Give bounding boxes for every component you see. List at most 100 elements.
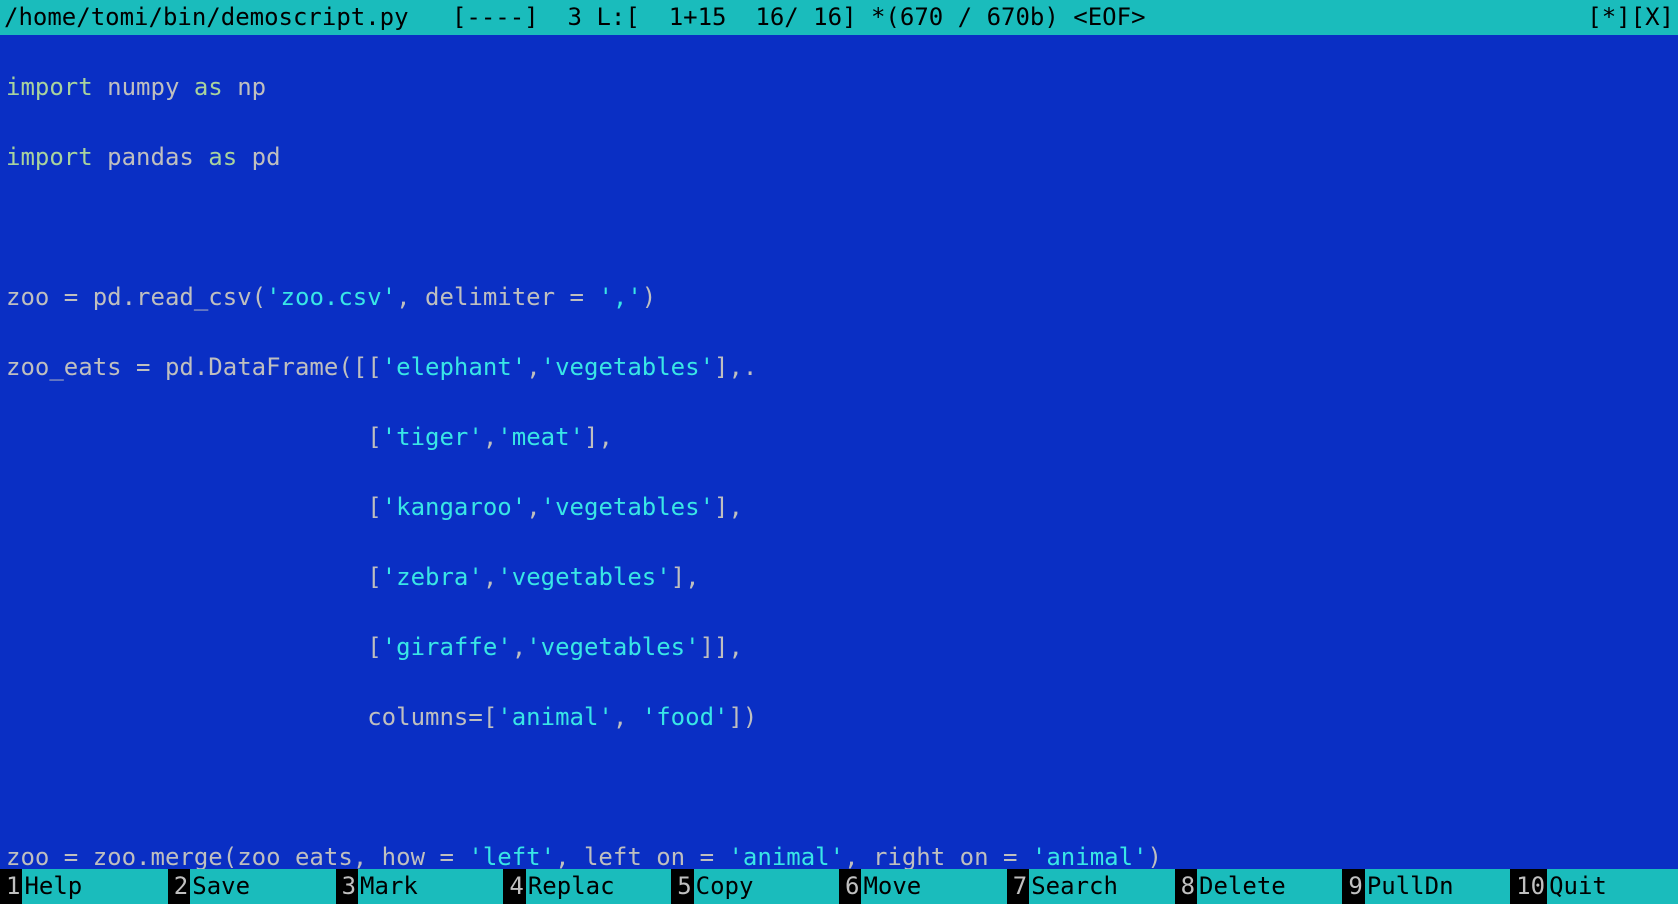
string-literal: 'left' [468,843,555,869]
code-text: , [512,633,526,661]
code-text: np [223,73,266,101]
fkey-mark[interactable]: 3Mark [336,869,504,904]
string-literal: 'food' [642,703,729,731]
code-text: [ [6,633,382,661]
fkey-label: Save [190,869,335,904]
code-text: ], [671,563,700,591]
code-text: pandas [93,143,209,171]
title-bar: /home/tomi/bin/demoscript.py [----] 3 L:… [0,0,1678,35]
title-bar-right[interactable]: [*][X] [1587,0,1674,35]
title-position: 3 L:[ 1+15 16/ 16] *(670 / 670b) <EOF> [568,3,1146,31]
string-literal: 'kangaroo' [382,493,527,521]
code-line: import pandas as pd [6,140,1672,175]
code-text: ]) [728,703,757,731]
fkey-label: Copy [694,869,839,904]
string-literal: 'animal' [497,703,613,731]
fkey-move[interactable]: 6Move [839,869,1007,904]
fkey-copy[interactable]: 5Copy [671,869,839,904]
string-literal: 'tiger' [382,423,483,451]
fkey-number: 7 [1007,869,1029,904]
code-text: zoo = zoo.merge(zoo_eats, how = [6,843,468,869]
code-text: , right_on = [844,843,1032,869]
fkey-number: 1 [0,869,22,904]
fkey-search[interactable]: 7Search [1007,869,1175,904]
fkey-label: Quit [1547,869,1678,904]
fkey-save[interactable]: 2Save [168,869,336,904]
fkey-quit[interactable]: 10Quit [1510,869,1678,904]
string-literal: 'vegetables' [541,353,714,381]
code-text: , [526,493,540,521]
fkey-number: 4 [503,869,525,904]
fkey-label: Move [861,869,1006,904]
code-line: ['kangaroo','vegetables'], [6,490,1672,525]
keyword-import: import [6,143,93,171]
code-line: columns=['animal', 'food']) [6,700,1672,735]
string-literal: 'animal' [728,843,844,869]
code-line: import numpy as np [6,70,1672,105]
code-text: ],. [714,353,757,381]
code-text: [ [6,423,382,451]
code-text: [ [6,493,382,521]
fkey-number: 5 [671,869,693,904]
fkey-number: 2 [168,869,190,904]
code-line: zoo = zoo.merge(zoo_eats, how = 'left', … [6,840,1672,869]
fkey-label: Mark [358,869,503,904]
string-literal: 'zebra' [382,563,483,591]
keyword-as: as [194,73,223,101]
code-text: , [483,563,497,591]
code-text: pd [237,143,280,171]
string-literal: 'zoo.csv' [266,283,396,311]
code-line: ['tiger','meat'], [6,420,1672,455]
fkey-label: PullDn [1365,869,1510,904]
code-text: ) [1148,843,1162,869]
function-key-bar: 1Help 2Save 3Mark 4Replac 5Copy 6Move 7S… [0,869,1678,904]
fkey-number: 3 [336,869,358,904]
fkey-replace[interactable]: 4Replac [503,869,671,904]
code-text: , [613,703,642,731]
code-text: columns=[ [6,703,497,731]
fkey-pulldn[interactable]: 9PullDn [1342,869,1510,904]
title-flags: [----] [452,3,539,31]
fkey-label: Help [22,869,167,904]
code-text: ], [714,493,743,521]
code-text: , [483,423,497,451]
string-literal: 'meat' [497,423,584,451]
fkey-number: 10 [1510,869,1547,904]
string-literal: 'vegetables' [526,633,699,661]
code-text: [ [6,563,382,591]
string-literal: 'animal' [1032,843,1148,869]
keyword-as: as [208,143,237,171]
fkey-help[interactable]: 1Help [0,869,168,904]
string-literal: 'vegetables' [497,563,670,591]
string-literal: 'vegetables' [541,493,714,521]
code-line: zoo_eats = pd.DataFrame([['elephant','ve… [6,350,1672,385]
title-bar-left: /home/tomi/bin/demoscript.py [----] 3 L:… [4,0,1146,35]
fkey-label: Delete [1197,869,1342,904]
fkey-number: 6 [839,869,861,904]
editor-screen: /home/tomi/bin/demoscript.py [----] 3 L:… [0,0,1678,904]
fkey-number: 9 [1342,869,1364,904]
code-line: ['giraffe','vegetables']], [6,630,1672,665]
file-path: /home/tomi/bin/demoscript.py [4,3,409,31]
keyword-import: import [6,73,93,101]
code-line: zoo = pd.read_csv('zoo.csv', delimiter =… [6,280,1672,315]
code-text: ], [584,423,613,451]
string-literal: ',' [598,283,641,311]
code-text: , delimiter = [396,283,598,311]
string-literal: 'giraffe' [382,633,512,661]
fkey-delete[interactable]: 8Delete [1175,869,1343,904]
code-text: , [526,353,540,381]
fkey-label: Replac [526,869,671,904]
code-line [6,770,1672,805]
code-text: ) [642,283,656,311]
code-text: numpy [93,73,194,101]
code-text: ]], [700,633,743,661]
code-text: , left_on = [555,843,728,869]
string-literal: 'elephant' [382,353,527,381]
code-text: zoo_eats = pd.DataFrame([[ [6,353,382,381]
code-line: ['zebra','vegetables'], [6,560,1672,595]
fkey-number: 8 [1175,869,1197,904]
code-editor[interactable]: import numpy as np import pandas as pd z… [0,35,1678,869]
fkey-label: Search [1029,869,1174,904]
code-text: zoo = pd.read_csv( [6,283,266,311]
